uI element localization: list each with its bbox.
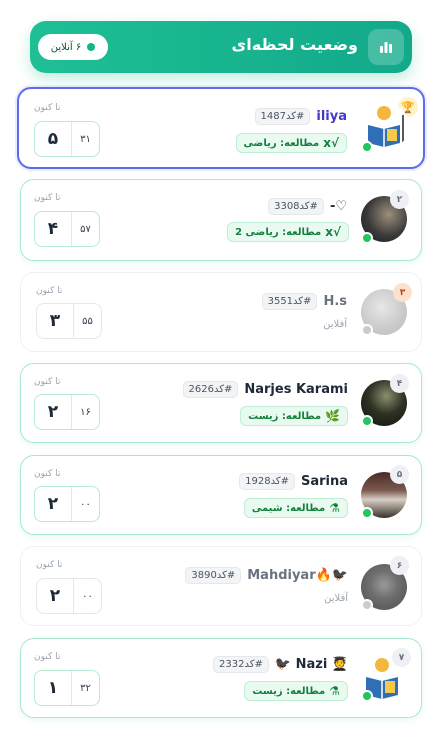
study-time-counter: ۲ ۰۰ — [34, 486, 100, 522]
user-code: #کد2332 — [213, 656, 269, 673]
flask-icon: ⚗ — [329, 684, 340, 698]
user-name: iliya — [316, 109, 347, 124]
counter-hours: ۲ — [47, 402, 59, 422]
counter-minutes: ۱۶ — [71, 395, 99, 429]
so-far-label: تا کنون — [34, 377, 61, 387]
user-name: Sarina — [300, 474, 348, 489]
online-status-dot — [361, 507, 373, 519]
user-name-row: Sarina #کد1928 — [239, 473, 348, 490]
user-name-row: Narjes Karami #کد2626 — [182, 381, 348, 398]
counter-minutes: ۰۰ — [71, 487, 99, 521]
user-name: Narjes Karami — [244, 382, 348, 397]
page-title: وضعیت لحظه‌ای — [231, 35, 358, 54]
so-far-label: تا کنون — [34, 193, 61, 203]
user-name-row: iliya #کد1487 — [254, 108, 347, 125]
counter-hours: ۵ — [47, 129, 59, 149]
counter-minutes: ۳۱ — [71, 122, 99, 156]
study-badge: √x مطالعه: ریاضی — [235, 133, 347, 153]
study-label: مطالعه: ریاضی 2 — [235, 226, 322, 238]
user-code: #کد3551 — [261, 293, 318, 310]
user-code: #کد3308 — [268, 198, 324, 215]
online-count-text: ۶ آنلاین — [50, 41, 82, 53]
counter-minutes: ۰۰ — [73, 579, 101, 613]
study-label: مطالعه: شیمی — [251, 502, 326, 514]
status-header: وضعیت لحظه‌ای ۶ آنلاین — [30, 21, 412, 73]
study-label: مطالعه: ریاضی — [243, 137, 320, 149]
bar-chart-icon — [368, 29, 404, 65]
so-far-label: تا کنون — [34, 469, 61, 479]
leaderboard-card[interactable]: ۶ 🐦‍⬛🔥Mahdiyar #کد3890 آفلاین تا کنون ۲ … — [20, 546, 422, 626]
math-icon: √x — [325, 225, 341, 239]
counter-minutes: ۵۷ — [71, 212, 99, 246]
study-badge: ⚗ مطالعه: زیست — [244, 681, 348, 701]
leaderboard-card[interactable]: ۴ Narjes Karami #کد2626 🌿 مطالعه: زیست ت… — [20, 363, 422, 443]
counter-minutes: ۵۵ — [73, 304, 101, 338]
online-count-badge: ۶ آنلاین — [38, 34, 108, 60]
counter-hours: ۴ — [47, 219, 59, 239]
user-name: 🧑‍🎓 Nazi 🐦‍⬛ — [274, 657, 348, 672]
offline-status-dot — [361, 324, 373, 336]
study-time-counter: ۵ ۳۱ — [34, 121, 100, 157]
user-name: H.s — [323, 294, 347, 309]
online-status-dot — [361, 690, 373, 702]
so-far-label: تا کنون — [34, 652, 61, 662]
user-name-row: H.s #کد3551 — [261, 293, 347, 310]
study-label: مطالعه: زیست — [252, 685, 326, 697]
flask-icon: ⚗ — [329, 501, 340, 515]
rank-badge: ۷ — [392, 648, 411, 667]
counter-hours: ۲ — [49, 586, 61, 606]
online-status-dot — [361, 141, 373, 153]
study-time-counter: ۳ ۵۵ — [36, 303, 102, 339]
online-dot-icon — [87, 43, 96, 51]
so-far-label: تا کنون — [36, 286, 63, 296]
counter-hours: ۳ — [49, 311, 61, 331]
leaderboard-card[interactable]: ۳ H.s #کد3551 آفلاین تا کنون ۳ ۵۵ — [20, 272, 422, 352]
online-status-dot — [361, 415, 373, 427]
so-far-label: تا کنون — [36, 560, 63, 570]
study-badge: 🌿 مطالعه: زیست — [240, 406, 348, 426]
rank-badge: ۵ — [390, 465, 409, 484]
user-name: ♡- — [329, 199, 347, 214]
study-time-counter: ۲ ۰۰ — [36, 578, 102, 614]
leaf-icon: 🌿 — [325, 409, 340, 423]
counter-hours: ۲ — [47, 494, 59, 514]
user-code: #کد1928 — [239, 473, 295, 490]
user-name-row: 🐦‍⬛🔥Mahdiyar #کد3890 — [185, 567, 348, 584]
offline-status-dot — [361, 599, 373, 611]
user-name-row: 🧑‍🎓 Nazi 🐦‍⬛ #کد2332 — [213, 656, 348, 673]
leaderboard-card[interactable]: 🏆 iliya #کد1487 √x مطالعه: ریاضی تا کنون… — [17, 87, 425, 169]
user-code: #کد3890 — [185, 567, 242, 584]
online-status-dot — [361, 232, 373, 244]
rank-badge: ۴ — [390, 374, 409, 393]
rank-badge: ۲ — [390, 190, 409, 209]
study-time-counter: ۴ ۵۷ — [34, 211, 100, 247]
study-badge: ⚗ مطالعه: شیمی — [243, 498, 348, 518]
counter-hours: ۱ — [47, 678, 59, 698]
user-code: #کد1487 — [254, 108, 311, 125]
study-time-counter: ۲ ۱۶ — [34, 394, 100, 430]
rank-badge: ۳ — [393, 283, 412, 302]
study-label: مطالعه: زیست — [248, 410, 322, 422]
study-badge: √x مطالعه: ریاضی 2 — [227, 222, 349, 242]
study-time-counter: ۱ ۳۲ — [34, 670, 100, 706]
offline-status-text: آفلاین — [323, 319, 347, 330]
user-code: #کد2626 — [182, 381, 239, 398]
offline-status-text: آفلاین — [324, 593, 348, 604]
leaderboard-card[interactable]: ۲ ♡- #کد3308 √x مطالعه: ریاضی 2 تا کنون … — [20, 179, 422, 261]
user-name: 🐦‍⬛🔥Mahdiyar — [247, 568, 348, 583]
leaderboard-card[interactable]: ۷ 🧑‍🎓 Nazi 🐦‍⬛ #کد2332 ⚗ مطالعه: زیست تا… — [20, 638, 422, 718]
user-name-row: ♡- #کد3308 — [268, 198, 347, 215]
counter-minutes: ۳۲ — [71, 671, 99, 705]
leaderboard-card[interactable]: ۵ Sarina #کد1928 ⚗ مطالعه: شیمی تا کنون … — [20, 455, 422, 535]
so-far-label: تا کنون — [34, 103, 61, 113]
math-icon: √x — [323, 136, 339, 150]
rank-badge: ۶ — [390, 556, 409, 575]
